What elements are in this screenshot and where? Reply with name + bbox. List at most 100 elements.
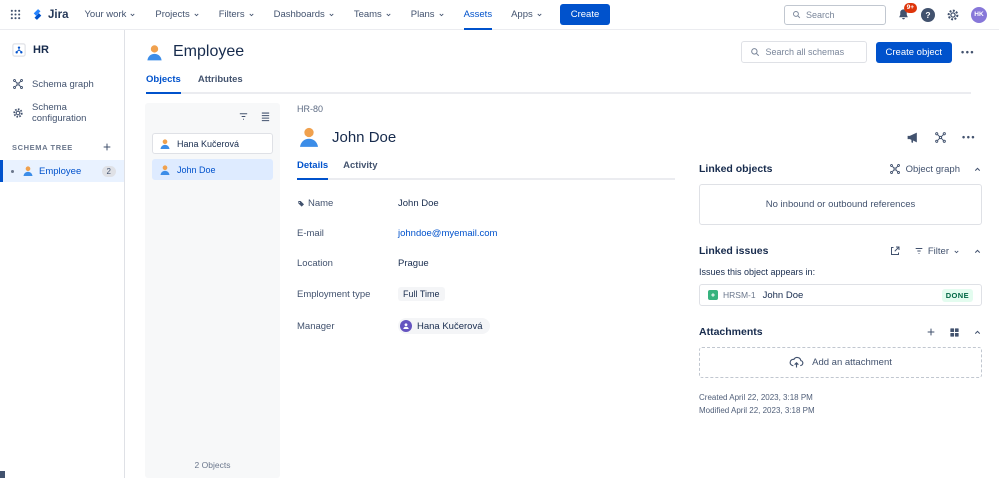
manager-name: Hana Kučerová <box>417 320 483 332</box>
create-button[interactable]: Create <box>559 4 611 25</box>
field-employment-type: Employment type Full Time <box>297 287 675 301</box>
nav-item-projects[interactable]: Projects <box>155 0 199 30</box>
notifications-badge: 9+ <box>903 3 917 13</box>
filter-objects-button[interactable] <box>238 111 249 122</box>
issue-row[interactable]: HRSM-1 John Doe DONE <box>699 284 982 306</box>
sidebar-item-schema-graph[interactable]: Schema graph <box>0 72 124 96</box>
object-more-button[interactable]: ••• <box>962 132 976 142</box>
nav-item-teams[interactable]: Teams <box>354 0 392 30</box>
list-icon <box>260 111 271 122</box>
give-feedback-button[interactable] <box>906 131 919 144</box>
modified-timestamp: Modified April 22, 2023, 3:18 PM <box>699 405 815 415</box>
open-object-graph-button[interactable]: Object graph <box>889 163 960 175</box>
global-search-input[interactable] <box>806 9 876 20</box>
megaphone-icon <box>906 131 919 144</box>
settings-button[interactable] <box>946 8 960 22</box>
plus-icon <box>102 142 112 152</box>
object-list-item-john[interactable]: John Doe <box>152 159 273 180</box>
notifications-button[interactable]: 9+ <box>897 3 917 21</box>
object-graph-icon <box>934 131 947 144</box>
tab-activity[interactable]: Activity <box>343 160 377 178</box>
chevron-down-icon <box>953 248 960 255</box>
nav-item-apps[interactable]: Apps <box>511 0 543 30</box>
employee-avatar-icon <box>159 138 171 150</box>
linked-issues-subtitle: Issues this object appears in: <box>699 267 816 277</box>
created-timestamp: Created April 22, 2023, 3:18 PM <box>699 393 813 402</box>
help-icon: ? <box>921 7 935 22</box>
linked-objects-section: Linked objects Object graph No inbound o… <box>699 163 982 225</box>
add-attachment-button[interactable] <box>926 327 936 337</box>
object-details-column: Details Activity Name John Doe E-mail jo… <box>297 160 675 478</box>
header-more-button[interactable]: ••• <box>961 47 975 57</box>
employment-type-lozenge[interactable]: Full Time <box>398 287 445 301</box>
schema-search[interactable] <box>740 41 867 63</box>
object-graph-icon <box>889 163 901 175</box>
help-button[interactable]: ? <box>921 7 935 22</box>
object-list-item-hana[interactable]: Hana Kučerová <box>152 133 273 154</box>
nav-item-your-work[interactable]: Your work <box>84 0 136 30</box>
filter-icon <box>914 246 924 256</box>
attribute-fields: Name John Doe E-mail johndoe@myemail.com… <box>297 197 675 334</box>
issue-type-icon <box>708 290 718 300</box>
attachments-title: Attachments <box>699 326 763 338</box>
object-detail-panel: HR-80 John Doe ••• Details Activity Name… <box>280 103 982 478</box>
sidebar-item-employee[interactable]: Employee 2 <box>0 160 124 182</box>
profile-button[interactable]: HK <box>971 6 987 23</box>
attachment-dropzone[interactable]: Add an attachment <box>699 347 982 378</box>
chevron-down-icon <box>438 11 445 18</box>
collapse-linked-objects-button[interactable] <box>973 165 982 174</box>
create-object-button[interactable]: Create object <box>875 41 953 63</box>
search-icon <box>792 10 801 19</box>
nav-item-dashboards[interactable]: Dashboards <box>274 0 335 30</box>
global-search[interactable] <box>784 4 886 25</box>
field-email: E-mail johndoe@myemail.com <box>297 227 675 240</box>
avatar: HK <box>971 6 987 23</box>
object-detail-header: John Doe ••• <box>297 125 979 149</box>
attachments-grid-view-button[interactable] <box>949 327 960 338</box>
tree-bullet <box>11 169 14 173</box>
chevron-up-icon <box>973 165 982 174</box>
list-view-button[interactable] <box>260 111 271 122</box>
employee-avatar-icon <box>159 164 171 176</box>
tab-objects[interactable]: Objects <box>146 74 181 94</box>
issue-key: HRSM-1 <box>723 290 756 300</box>
field-name: Name John Doe <box>297 197 675 210</box>
issue-summary: John Doe <box>762 289 804 301</box>
collapse-linked-issues-button[interactable] <box>973 247 982 256</box>
nav-item-assets[interactable]: Assets <box>464 0 493 30</box>
breadcrumb[interactable]: HR-80 <box>297 104 979 114</box>
email-link[interactable]: johndoe@myemail.com <box>398 228 497 239</box>
object-title: John Doe <box>332 128 397 146</box>
field-label: Location <box>297 258 333 269</box>
field-value[interactable]: John Doe <box>398 198 439 209</box>
search-icon <box>750 47 760 57</box>
field-value[interactable]: Prague <box>398 258 429 269</box>
chevron-down-icon <box>328 11 335 18</box>
schema-name: HR <box>33 44 49 56</box>
jira-logo-text: Jira <box>48 8 69 21</box>
schema-tree-header: SCHEMA TREE <box>0 130 124 160</box>
manager-user-pill[interactable]: Hana Kučerová <box>398 318 491 334</box>
filter-issues-button[interactable]: Filter <box>914 246 960 257</box>
collapse-attachments-button[interactable] <box>973 328 982 337</box>
tab-attributes[interactable]: Attributes <box>198 74 243 92</box>
nav-right-cluster: 9+ ? HK <box>784 3 987 25</box>
jira-logo-icon <box>31 8 44 21</box>
object-graph-button[interactable] <box>934 131 947 144</box>
nav-item-plans[interactable]: Plans <box>411 0 445 30</box>
add-object-type-button[interactable] <box>102 142 112 152</box>
gear-icon <box>12 107 24 119</box>
filter-icon <box>238 111 249 122</box>
open-issues-externally-button[interactable] <box>889 245 901 257</box>
schema-search-input[interactable] <box>765 47 858 57</box>
label-tag-icon <box>297 200 305 208</box>
app-switcher-button[interactable] <box>10 9 21 20</box>
open-in-new-icon <box>889 245 901 257</box>
employee-avatar-icon <box>22 165 34 177</box>
upload-cloud-icon <box>789 355 804 370</box>
field-label: E-mail <box>297 228 324 239</box>
jira-logo[interactable]: Jira <box>31 8 68 21</box>
sidebar-item-schema-configuration[interactable]: Schema configuration <box>0 96 124 130</box>
nav-item-filters[interactable]: Filters <box>219 0 255 30</box>
tab-details[interactable]: Details <box>297 160 329 180</box>
